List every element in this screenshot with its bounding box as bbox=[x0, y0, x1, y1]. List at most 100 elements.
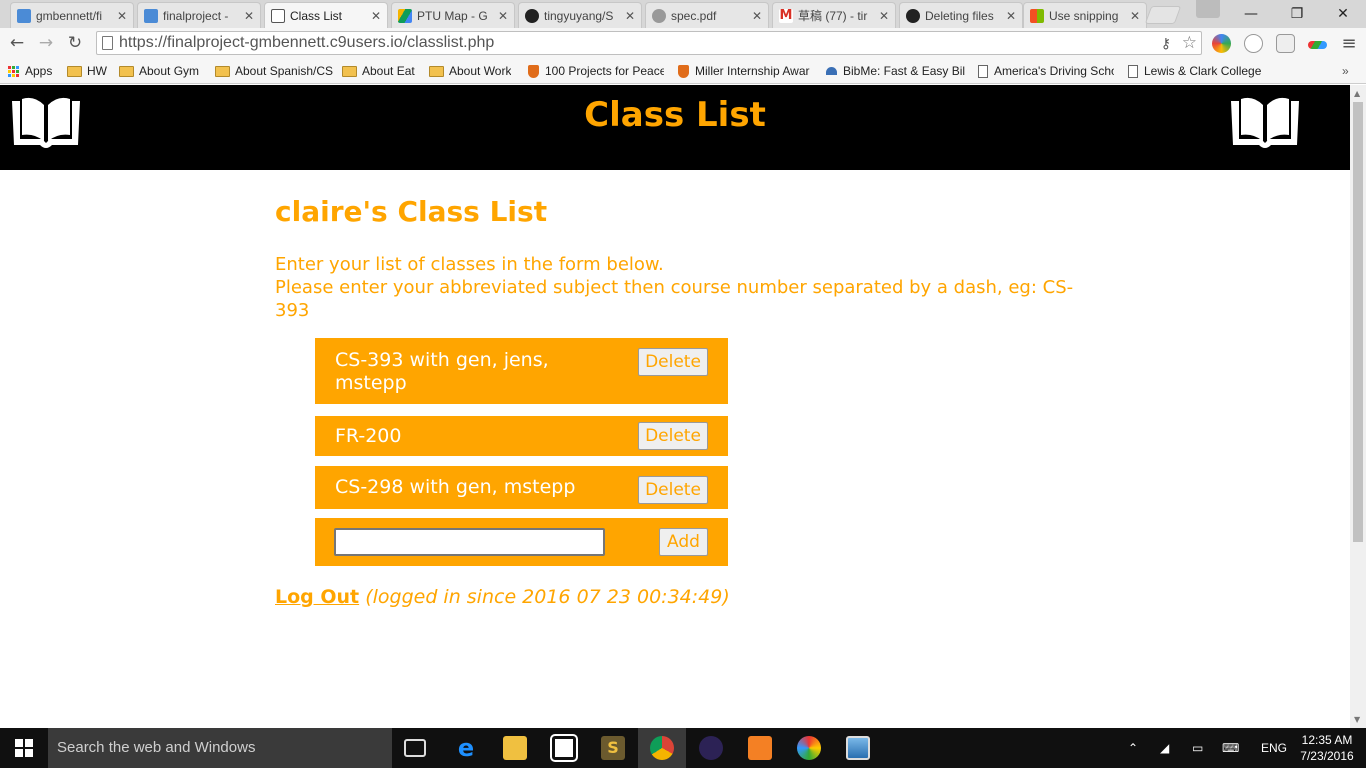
browser-tab[interactable]: Use snipping ✕ bbox=[1023, 2, 1147, 28]
close-tab-icon[interactable]: ✕ bbox=[625, 9, 635, 23]
add-button[interactable]: Add bbox=[659, 528, 708, 556]
store-icon[interactable] bbox=[550, 734, 578, 762]
bookmark-apps[interactable]: Apps bbox=[8, 62, 52, 80]
drive-icon bbox=[398, 8, 412, 23]
scroll-down-icon[interactable]: ▼ bbox=[1354, 715, 1360, 724]
browser-tab[interactable]: gmbennett/fi ✕ bbox=[10, 2, 134, 28]
taskbar-search-box[interactable]: Search the web and Windows bbox=[48, 728, 392, 768]
page-icon bbox=[271, 8, 285, 23]
eclipse-icon[interactable] bbox=[699, 736, 723, 760]
extension-icon[interactable] bbox=[1244, 34, 1263, 53]
bookmark-star-icon[interactable]: ☆ bbox=[1182, 32, 1197, 54]
clock-date: 7/23/2016 bbox=[1300, 749, 1354, 763]
address-bar[interactable]: https://finalproject-gmbennett.c9users.i… bbox=[96, 31, 1202, 55]
close-tab-icon[interactable]: ✕ bbox=[879, 9, 889, 23]
chrome-icon[interactable] bbox=[650, 736, 674, 760]
bookmark-link[interactable]: 100 Projects for Peace bbox=[528, 62, 664, 80]
bookmark-folder[interactable]: About Spanish/CS bbox=[215, 62, 333, 80]
close-tab-icon[interactable]: ✕ bbox=[752, 9, 762, 23]
page-info-icon bbox=[102, 36, 113, 50]
folder-icon bbox=[67, 65, 82, 77]
folder-icon bbox=[119, 65, 134, 77]
folder-icon bbox=[429, 65, 444, 77]
menu-icon[interactable]: ≡ bbox=[1338, 32, 1360, 54]
bookmark-link[interactable]: America's Driving Scho bbox=[978, 62, 1114, 80]
close-tab-icon[interactable]: ✕ bbox=[371, 9, 381, 23]
keyboard-icon[interactable]: ⌨ bbox=[1222, 728, 1239, 768]
close-tab-icon[interactable]: ✕ bbox=[244, 9, 254, 23]
file-explorer-icon[interactable] bbox=[503, 736, 527, 760]
shield-icon bbox=[678, 64, 689, 78]
scrollbar-thumb[interactable] bbox=[1353, 102, 1363, 542]
minimize-icon[interactable]: — bbox=[1228, 0, 1274, 28]
shield-icon bbox=[528, 64, 539, 78]
class-text: CS-298 with gen, mstepp bbox=[335, 476, 576, 498]
close-tab-icon[interactable]: ✕ bbox=[117, 9, 127, 23]
bookmark-link[interactable]: Miller Internship Awar bbox=[678, 62, 814, 80]
browser-tab[interactable]: finalproject - ✕ bbox=[137, 2, 261, 28]
bookmarks-bar: Apps HW About Gym About Spanish/CS About… bbox=[0, 58, 1366, 84]
restore-icon[interactable]: ❐ bbox=[1274, 0, 1320, 28]
close-tab-icon[interactable]: ✕ bbox=[1006, 9, 1016, 23]
close-window-icon[interactable]: ✕ bbox=[1320, 0, 1366, 28]
add-class-input[interactable] bbox=[334, 528, 605, 556]
back-arrow-icon[interactable]: ← bbox=[6, 32, 28, 54]
app-icon[interactable] bbox=[797, 736, 821, 760]
close-tab-icon[interactable]: ✕ bbox=[498, 9, 508, 23]
show-hidden-icons[interactable]: ⌃ bbox=[1128, 728, 1138, 768]
header-title: Class List bbox=[584, 95, 766, 135]
logout-link[interactable]: Log Out bbox=[275, 586, 359, 608]
bookmark-link[interactable]: Lewis & Clark College bbox=[1128, 62, 1264, 80]
github-icon bbox=[525, 8, 539, 23]
bookmark-folder[interactable]: About Work bbox=[429, 62, 511, 80]
browser-tab[interactable]: PTU Map - G ✕ bbox=[391, 2, 515, 28]
shield-extension-icon[interactable] bbox=[1276, 34, 1295, 53]
taskbar-clock[interactable]: 12:35 AM 7/23/2016 bbox=[1296, 732, 1358, 764]
extension-icon[interactable] bbox=[1308, 41, 1327, 49]
wifi-icon[interactable]: ◢ bbox=[1160, 728, 1169, 768]
delete-button[interactable]: Delete bbox=[638, 476, 708, 504]
delete-button[interactable]: Delete bbox=[638, 348, 708, 376]
bookmark-folder[interactable]: About Eat bbox=[342, 62, 415, 80]
browser-tab[interactable]: tingyuyang/S ✕ bbox=[518, 2, 642, 28]
edge-icon[interactable]: e bbox=[454, 736, 478, 760]
instructions: Enter your list of classes in the form b… bbox=[275, 253, 1095, 322]
delete-button[interactable]: Delete bbox=[638, 422, 708, 450]
forward-arrow-icon[interactable]: → bbox=[35, 32, 57, 54]
scroll-up-icon[interactable]: ▲ bbox=[1354, 89, 1360, 98]
bookmark-link[interactable]: BibMe: Fast & Easy Bil bbox=[826, 62, 966, 80]
profile-icon[interactable] bbox=[1196, 0, 1220, 18]
sublime-icon[interactable]: S bbox=[601, 736, 625, 760]
browser-toolbar: ← → ↻ https://finalproject-gmbennett.c9u… bbox=[0, 28, 1366, 58]
windows-logo-icon bbox=[15, 739, 33, 757]
bookmark-folder[interactable]: HW bbox=[67, 62, 107, 80]
browser-tab[interactable]: M 草稿 (77) - tir ✕ bbox=[772, 2, 896, 28]
extension-icon[interactable] bbox=[1212, 34, 1231, 53]
app-icon[interactable] bbox=[748, 736, 772, 760]
page-icon bbox=[978, 64, 988, 78]
windows-taskbar: Search the web and Windows e S ⌃ ◢ ▭ ⌨ E… bbox=[0, 728, 1366, 768]
page-icon bbox=[1128, 64, 1138, 78]
browser-tab-active[interactable]: Class List ✕ bbox=[264, 2, 388, 28]
close-tab-icon[interactable]: ✕ bbox=[1130, 9, 1140, 23]
notifications-icon[interactable]: ▭ bbox=[1192, 728, 1203, 768]
task-view-icon[interactable] bbox=[404, 739, 426, 757]
vertical-scrollbar[interactable]: ▲ ▼ bbox=[1350, 85, 1366, 728]
github-icon bbox=[906, 8, 920, 23]
book-icon bbox=[1231, 97, 1299, 148]
site-header: Class List bbox=[0, 85, 1350, 170]
bookmark-folder[interactable]: About Gym bbox=[119, 62, 199, 80]
new-tab-button[interactable] bbox=[1144, 6, 1182, 24]
cloud9-icon bbox=[144, 8, 158, 23]
key-icon[interactable]: ⚷ bbox=[1161, 32, 1171, 54]
clock-time: 12:35 AM bbox=[1301, 733, 1353, 747]
browser-tab[interactable]: Deleting files ✕ bbox=[899, 2, 1023, 28]
windows-start-button[interactable] bbox=[0, 728, 48, 768]
more-bookmarks-icon[interactable]: » bbox=[1342, 62, 1349, 80]
language-indicator[interactable]: ENG bbox=[1261, 728, 1287, 768]
gmail-icon: M bbox=[779, 7, 793, 23]
photos-icon[interactable] bbox=[846, 736, 870, 760]
bibme-icon bbox=[826, 67, 837, 75]
reload-icon[interactable]: ↻ bbox=[64, 32, 86, 54]
browser-tab[interactable]: spec.pdf ✕ bbox=[645, 2, 769, 28]
